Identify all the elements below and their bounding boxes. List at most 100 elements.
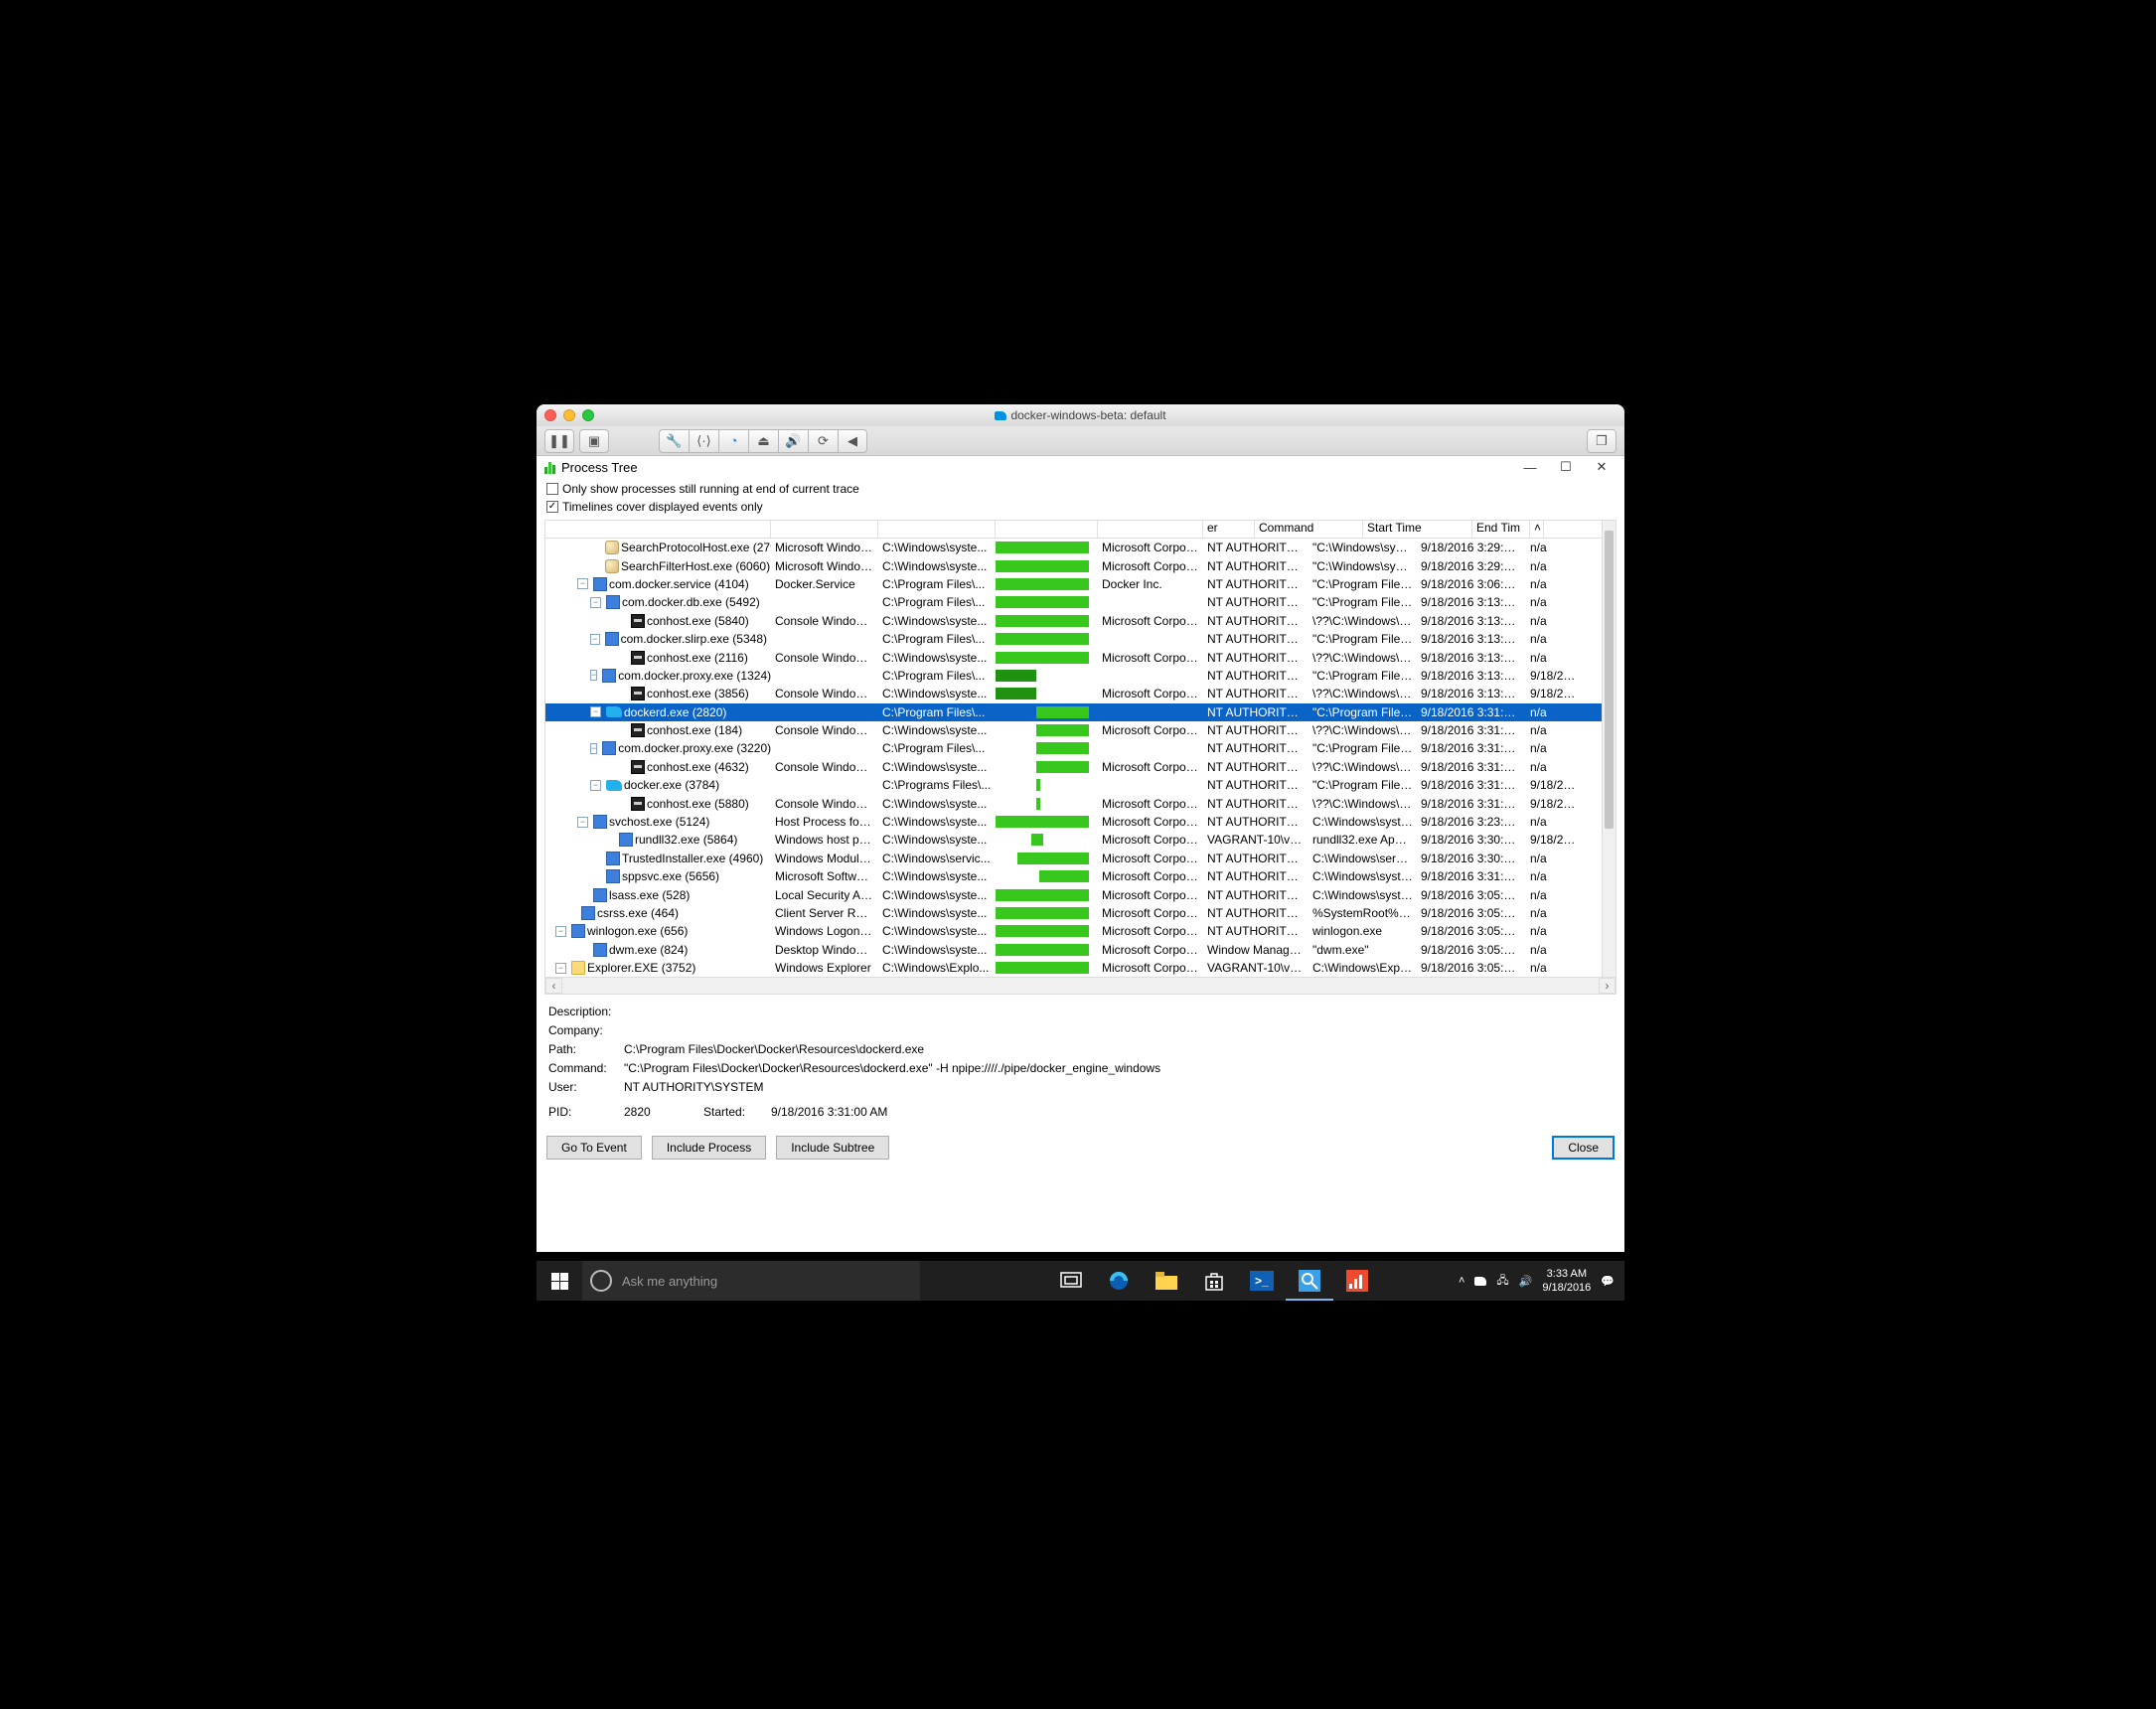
timeline-cell (996, 651, 1098, 665)
opt-only-running[interactable]: Only show processes still running at end… (546, 480, 1615, 498)
vertical-scrollbar[interactable] (1602, 521, 1616, 977)
process-row[interactable]: −docker.exe (3784)C:\Programs Files\...N… (545, 776, 1616, 794)
cell-path: C:\Windows\syste... (878, 614, 996, 628)
cell-description: Client Server Runt... (771, 906, 878, 920)
tray-docker-icon[interactable] (1474, 1277, 1486, 1286)
process-name: com.docker.slirp.exe (5348) (621, 632, 767, 646)
include-process-button[interactable]: Include Process (652, 1136, 766, 1160)
process-row[interactable]: conhost.exe (184)Console Window ...C:\Wi… (545, 721, 1616, 739)
cell-command: "C:\Program Files\... (1309, 632, 1417, 646)
horizontal-scrollbar[interactable]: ‹› (545, 977, 1616, 994)
network-icon[interactable]: ⟨·⟩ (689, 429, 718, 453)
process-row[interactable]: −com.docker.proxy.exe (3220)C:\Program F… (545, 739, 1616, 757)
edge-icon[interactable] (1095, 1261, 1143, 1301)
process-row[interactable]: conhost.exe (5880)Console Window ...C:\W… (545, 794, 1616, 812)
process-row[interactable]: −dockerd.exe (2820)C:\Program Files\...N… (545, 703, 1616, 721)
process-row[interactable]: −svchost.exe (5124)Host Process for ...C… (545, 813, 1616, 831)
back-icon[interactable]: ◀ (838, 429, 867, 453)
cell-start: 9/18/2016 3:30:39... (1417, 833, 1526, 847)
app-icon (581, 906, 595, 920)
process-row[interactable]: lsass.exe (528)Local Security Aut...C:\W… (545, 885, 1616, 903)
cell-user: NT AUTHORITY\S... (1203, 632, 1309, 646)
action-center-icon[interactable]: 💬 (1601, 1275, 1615, 1288)
process-row[interactable]: dwm.exe (824)Desktop Window ...C:\Window… (545, 941, 1616, 959)
refresh-icon[interactable]: ⟳ (808, 429, 838, 453)
process-row[interactable]: SearchFilterHost.exe (6060)Microsoft Win… (545, 556, 1616, 574)
expand-toggle[interactable]: − (555, 926, 566, 937)
process-row[interactable]: rundll32.exe (5864)Windows host pro...C:… (545, 831, 1616, 849)
process-row[interactable]: sppsvc.exe (5656)Microsoft Software...C:… (545, 867, 1616, 885)
process-row[interactable]: conhost.exe (3856)Console Window ...C:\W… (545, 685, 1616, 702)
task-view-icon[interactable] (1047, 1261, 1095, 1301)
opt-timeline[interactable]: ✓Timelines cover displayed events only (546, 498, 1615, 516)
pause-button[interactable]: ❚❚ (544, 429, 574, 453)
system-tray[interactable]: ˄ 🖧 🔊 3:33 AM 9/18/2016 💬 (1449, 1267, 1624, 1295)
grid-body[interactable]: SearchProtocolHost.exe (279Microsoft Win… (545, 539, 1616, 977)
expand-toggle[interactable]: − (590, 634, 600, 645)
expand-toggle[interactable]: − (590, 670, 597, 681)
disc-icon[interactable]: ◔ (718, 429, 748, 453)
expand-toggle[interactable]: − (577, 578, 588, 589)
volume-icon[interactable]: 🔊 (778, 429, 808, 453)
zoom-dot[interactable] (582, 409, 594, 421)
process-row[interactable]: −com.docker.service (4104)Docker.Service… (545, 575, 1616, 593)
minimize-dot[interactable] (563, 409, 575, 421)
process-row[interactable]: csrss.exe (464)Client Server Runt...C:\W… (545, 904, 1616, 922)
cell-description: Microsoft Window... (771, 541, 878, 554)
goto-event-button[interactable]: Go To Event (546, 1136, 642, 1160)
expand-toggle[interactable]: − (590, 597, 601, 608)
cell-user: NT AUTHORITY\S... (1203, 559, 1309, 573)
docker-icon (995, 411, 1006, 420)
expand-toggle[interactable]: − (590, 780, 601, 791)
start-button[interactable] (537, 1273, 582, 1290)
wrench-icon[interactable]: 🔧 (659, 429, 689, 453)
process-row[interactable]: −com.docker.slirp.exe (5348)C:\Program F… (545, 630, 1616, 648)
expand-toggle[interactable]: − (590, 743, 597, 754)
cell-path: C:\Program Files\... (878, 577, 996, 591)
header-end-time[interactable]: End Tim (1472, 521, 1530, 538)
header-command[interactable]: Command (1255, 521, 1363, 538)
procmon-icon[interactable] (1286, 1261, 1333, 1301)
close-dot[interactable] (544, 409, 556, 421)
con-icon (631, 797, 645, 811)
expand-toggle[interactable]: − (577, 817, 588, 828)
snapshot-button[interactable]: ▣ (579, 429, 609, 453)
include-subtree-button[interactable]: Include Subtree (776, 1136, 889, 1160)
powershell-icon[interactable]: >_ (1238, 1261, 1286, 1301)
process-row[interactable]: −Explorer.EXE (3752)Windows ExplorerC:\W… (545, 959, 1616, 977)
process-row[interactable]: conhost.exe (4632)Console Window ...C:\W… (545, 758, 1616, 776)
file-explorer-icon[interactable] (1143, 1261, 1190, 1301)
process-row[interactable]: TrustedInstaller.exe (4960)Windows Modul… (545, 850, 1616, 867)
cell-company: Microsoft Corporat... (1098, 559, 1203, 573)
procexp-icon[interactable] (1333, 1261, 1381, 1301)
process-row[interactable]: SearchProtocolHost.exe (279Microsoft Win… (545, 539, 1616, 556)
process-row[interactable]: −winlogon.exe (656)Windows Logon A...C:\… (545, 922, 1616, 940)
close-dialog-button[interactable]: Close (1552, 1136, 1615, 1160)
tray-volume-icon[interactable]: 🔊 (1519, 1275, 1533, 1288)
hdd-icon[interactable]: ⏏ (748, 429, 778, 453)
tray-chevron-icon[interactable]: ˄ (1459, 1275, 1464, 1287)
cell-start: 9/18/2016 3:13:24... (1417, 651, 1526, 665)
maximize-button[interactable]: ☐ (1551, 457, 1581, 477)
app-icon (606, 852, 620, 865)
header-er[interactable]: er (1203, 521, 1255, 538)
header-start-time[interactable]: Start Time (1363, 521, 1472, 538)
process-row[interactable]: −com.docker.db.exe (5492)C:\Program File… (545, 593, 1616, 611)
column-headers[interactable]: er Command Start Time End Tim ˄ (545, 521, 1616, 539)
store-icon[interactable] (1190, 1261, 1238, 1301)
clock[interactable]: 3:33 AM 9/18/2016 (1542, 1267, 1591, 1295)
minimize-button[interactable]: — (1515, 457, 1545, 477)
taskbar-search[interactable]: Ask me anything (582, 1261, 920, 1301)
process-row[interactable]: −com.docker.proxy.exe (1324)C:\Program F… (545, 667, 1616, 685)
timeline-cell (996, 541, 1098, 554)
cell-description: Console Window ... (771, 651, 878, 665)
whale-icon (606, 780, 622, 791)
expand-toggle[interactable]: − (590, 706, 601, 717)
close-button[interactable]: ✕ (1587, 457, 1617, 477)
process-row[interactable]: conhost.exe (5840)Console Window ...C:\W… (545, 612, 1616, 630)
tray-network-icon[interactable]: 🖧 (1496, 1272, 1508, 1291)
expand-toggle[interactable]: − (555, 963, 566, 974)
fullscreen-button[interactable]: ❐ (1587, 429, 1617, 453)
timeline-cell (996, 687, 1098, 700)
process-row[interactable]: conhost.exe (2116)Console Window ...C:\W… (545, 648, 1616, 666)
